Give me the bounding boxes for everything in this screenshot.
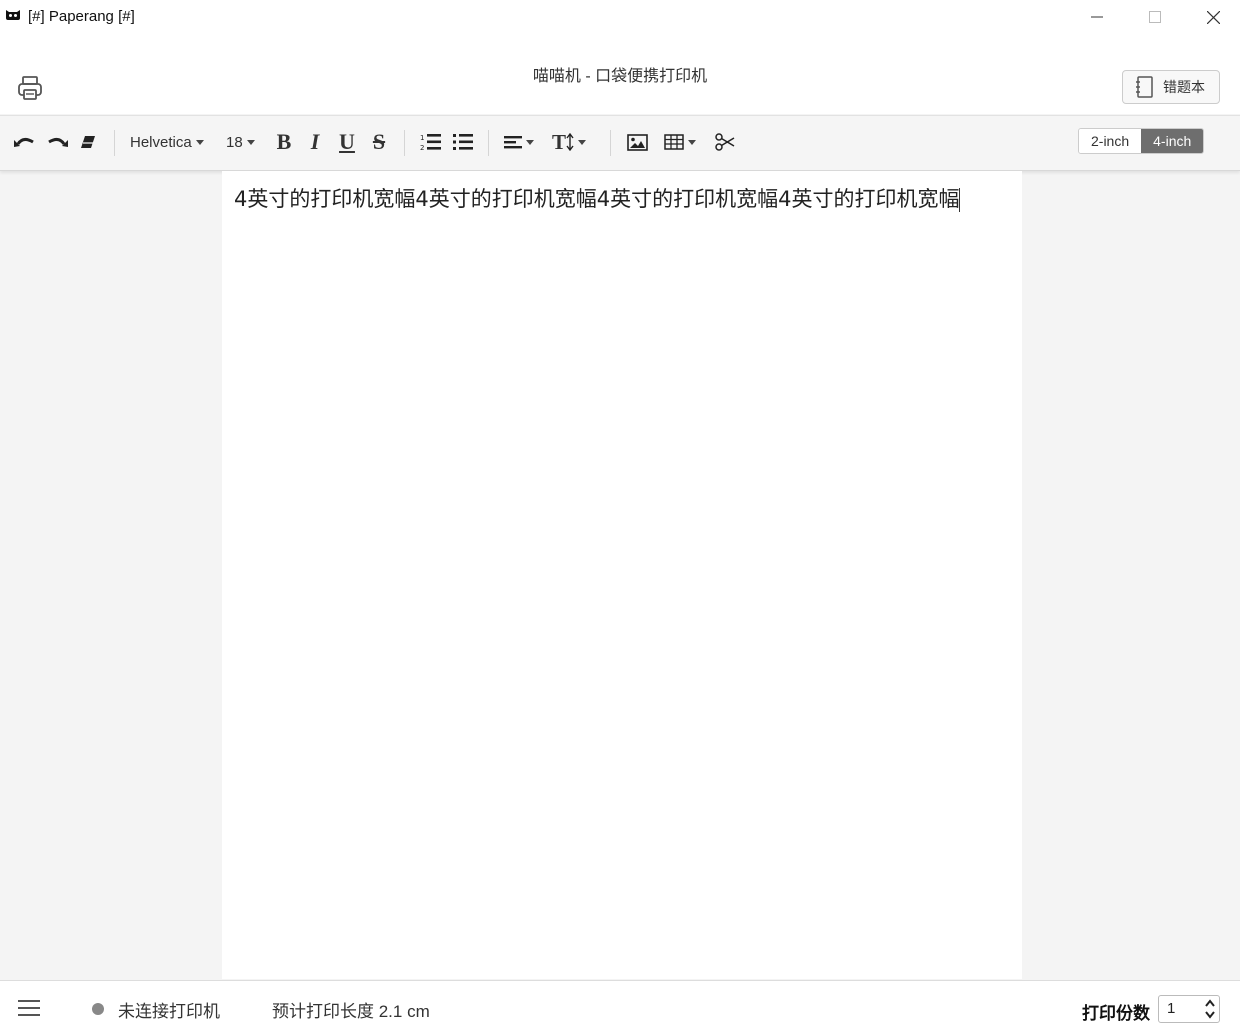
hamburger-menu-icon (18, 1000, 40, 1016)
eraser-icon (81, 136, 95, 148)
font-size-dropdown[interactable]: 18 (226, 128, 255, 156)
chevron-down-icon (688, 139, 696, 145)
svg-text:1: 1 (420, 134, 424, 142)
editor-area[interactable]: 4英寸的打印机宽幅4英寸的打印机宽幅4英寸的打印机宽幅4英寸的打印机宽幅 (222, 171, 1022, 979)
close-icon (1206, 10, 1220, 24)
line-height-icon (566, 133, 574, 151)
font-family-value: Helvetica (130, 133, 192, 151)
underline-button[interactable]: U (336, 128, 358, 156)
editor-text: 4英寸的打印机宽幅4英寸的打印机宽幅4英寸的打印机宽幅4英寸的打印机宽幅 (234, 187, 960, 211)
cat-icon (6, 10, 20, 20)
error-book-button[interactable]: 错题本 (1122, 70, 1220, 104)
align-dropdown[interactable] (504, 128, 534, 156)
copies-stepper[interactable]: 1 (1158, 995, 1220, 1023)
chevron-down-icon (578, 139, 587, 145)
error-book-label: 错题本 (1163, 79, 1205, 95)
unordered-list-button[interactable] (452, 128, 474, 156)
text-size-icon: T (552, 129, 567, 154)
ordered-list-icon: 1 2 (420, 134, 441, 152)
font-family-dropdown[interactable]: Helvetica (130, 128, 204, 156)
paper-width-toggle: 2-inch 4-inch (1078, 128, 1205, 154)
connection-status: 未连接打印机 (118, 1002, 220, 1021)
width-option-2-inch[interactable]: 2-inch (1079, 129, 1142, 153)
insert-image-button[interactable] (626, 128, 648, 156)
italic-button[interactable]: I (306, 128, 324, 156)
chevron-down-icon (195, 139, 204, 145)
window-title: [#] Paperang [#] (28, 8, 135, 25)
minimize-button[interactable] (1074, 4, 1120, 30)
close-button[interactable] (1190, 4, 1236, 30)
clear-format-button[interactable] (76, 128, 100, 156)
text-cursor (959, 188, 961, 212)
cut-button[interactable] (714, 128, 736, 156)
divider (404, 130, 405, 156)
editor-content[interactable]: 4英寸的打印机宽幅4英寸的打印机宽幅4英寸的打印机宽幅4英寸的打印机宽幅 (234, 183, 961, 213)
connection-status-dot (92, 1003, 104, 1015)
chevron-down-icon (246, 139, 255, 145)
image-icon (626, 133, 648, 151)
divider (114, 130, 115, 156)
table-icon (664, 134, 684, 150)
undo-button[interactable] (12, 128, 38, 156)
align-left-icon (504, 136, 522, 149)
app-title: 喵喵机 - 口袋便携打印机 (532, 68, 708, 85)
estimated-print-length: 预计打印长度 2.1 cm (272, 1002, 430, 1021)
divider (488, 130, 489, 156)
title-bar: [#] Paperang [#] (0, 0, 1240, 34)
copies-value: 1 (1167, 1000, 1176, 1017)
bold-button[interactable]: B (274, 128, 294, 156)
width-option-4-inch[interactable]: 4-inch (1141, 129, 1204, 153)
svg-text:2: 2 (420, 144, 424, 152)
scissors-icon (715, 133, 735, 151)
editor-toolbar: Helvetica 18 B I U S 1 2 T 2-inch 4-inch (0, 115, 1240, 171)
redo-icon (48, 137, 68, 147)
notebook-icon (1136, 76, 1153, 98)
divider (610, 130, 611, 156)
undo-icon (14, 137, 34, 147)
maximize-icon (1149, 11, 1161, 23)
ordered-list-button[interactable]: 1 2 (420, 128, 442, 156)
chevron-down-icon (526, 139, 534, 145)
font-size-value: 18 (226, 133, 243, 151)
bullet-list-icon (453, 134, 473, 150)
insert-table-dropdown[interactable] (664, 128, 696, 156)
status-bar: 未连接打印机 预计打印长度 2.1 cm 打印份数 1 (0, 980, 1240, 1025)
menu-button[interactable] (18, 999, 40, 1017)
text-size-dropdown[interactable]: T (552, 128, 587, 156)
strikethrough-button[interactable]: S (368, 128, 390, 156)
minimize-icon (1091, 16, 1103, 18)
maximize-button[interactable] (1132, 4, 1178, 30)
spinner-arrows-icon[interactable] (1203, 997, 1217, 1021)
app-header: 喵喵机 - 口袋便携打印机 错题本 (0, 34, 1240, 114)
copies-label: 打印份数 (1082, 1004, 1150, 1024)
redo-button[interactable] (44, 128, 70, 156)
